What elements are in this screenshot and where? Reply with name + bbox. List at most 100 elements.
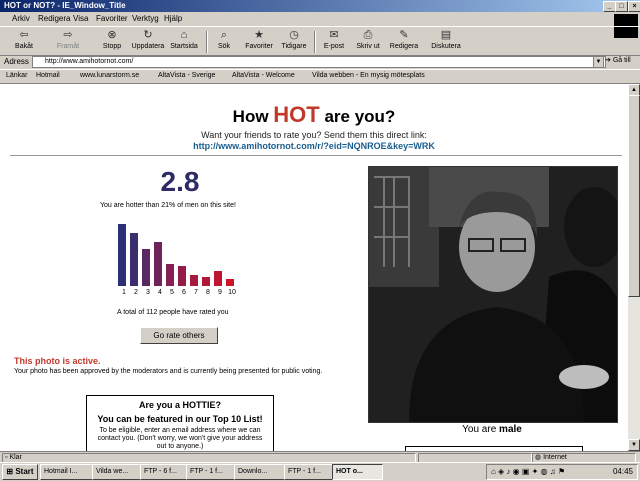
- photo-active-description: Your photo has been approved by the mode…: [14, 368, 323, 375]
- page-heading: How HOT are you?: [232, 102, 396, 127]
- mail-icon: ✉: [329, 29, 339, 41]
- links-label: Länkar: [6, 72, 28, 79]
- histogram-bar-6: [178, 266, 186, 286]
- menu-bar: Arkiv Redigera Visa Favoriter Verktyg Hj…: [0, 12, 640, 26]
- printer-icon: ⎙: [363, 29, 373, 41]
- histogram-label-3: 3: [146, 289, 150, 296]
- menu-hjalp[interactable]: Hjälp: [164, 14, 182, 23]
- histogram-bar-9: [214, 271, 222, 286]
- histogram-bar-4: [154, 242, 162, 286]
- link-lunarstorm[interactable]: www.lunarstorm.se: [80, 72, 139, 79]
- histogram-label-5: 5: [170, 289, 174, 296]
- tray-icons[interactable]: ⌂ ◈ ♪ ◉ ▣ ✦ ◍ ♫ ⚑: [491, 467, 565, 476]
- histogram-label-6: 6: [182, 289, 186, 296]
- task-hot-or-not[interactable]: HOT o...: [332, 464, 383, 480]
- address-input[interactable]: http://www.amihotornot.com/: [32, 56, 606, 68]
- window-title-bar[interactable]: HOT or NOT? - IE_Window_Title _ □ ×: [0, 0, 640, 12]
- rating-score: 2.8: [160, 166, 200, 197]
- discuss-icon: ▤: [440, 29, 452, 41]
- menu-redigera[interactable]: Redigera: [38, 14, 70, 23]
- menu-verktyg[interactable]: Verktyg: [132, 14, 159, 23]
- total-ratings-text: A total of 112 people have rated you: [117, 309, 229, 316]
- menu-visa[interactable]: Visa: [73, 14, 88, 23]
- hottie-box: Are you a HOTTIE? You can be featured in…: [86, 395, 274, 451]
- menu-arkiv[interactable]: Arkiv: [12, 14, 30, 23]
- history-button[interactable]: ◷ Tidigare: [272, 29, 316, 50]
- user-photo: [368, 166, 618, 423]
- link-hotmail[interactable]: Hotmail: [36, 72, 60, 79]
- discuss-button[interactable]: ▤ Diskutera: [424, 29, 468, 50]
- start-button[interactable]: ⊞ Start: [2, 464, 38, 480]
- close-button[interactable]: ×: [628, 1, 640, 12]
- histogram-bar-8: [202, 277, 210, 286]
- share-subtitle: Want your friends to rate you? Send them…: [201, 130, 427, 140]
- task-download[interactable]: Downlo...: [234, 464, 285, 480]
- task-ftp-1a[interactable]: FTP - 1 f...: [186, 464, 235, 480]
- histogram-bar-1: [118, 224, 126, 286]
- hot-word: HOT: [273, 102, 320, 127]
- histogram-label-4: 4: [158, 289, 162, 296]
- window-title: HOT or NOT? - IE_Window_Title: [4, 1, 126, 10]
- menu-favoriter[interactable]: Favoriter: [96, 14, 128, 23]
- histogram-label-8: 8: [206, 289, 210, 296]
- rating-histogram: [118, 224, 234, 286]
- toolbar: ⇦ Bakåt ⇨ Framåt ⊗ Stopp ↻ Uppdatera ⌂ Starts…: [0, 26, 640, 56]
- home-icon: ⌂: [180, 29, 188, 41]
- hottie-description: To be eligible, enter an email address w…: [97, 427, 263, 450]
- history-icon: ◷: [289, 29, 299, 41]
- edit-button[interactable]: ✎ Redigera: [382, 29, 426, 50]
- link-altavista-welcome[interactable]: AltaVista - Welcome: [232, 72, 295, 79]
- link-altavista-sverige[interactable]: AltaVista - Sverige: [158, 72, 215, 79]
- histogram-label-1: 1: [122, 289, 126, 296]
- task-ftp-6[interactable]: FTP - 6 f...: [140, 464, 187, 480]
- search-icon: ⌕: [220, 29, 228, 41]
- forward-arrow-icon: ⇨: [63, 29, 73, 41]
- histogram-label-10: 10: [228, 289, 236, 296]
- histogram-label-7: 7: [194, 289, 198, 296]
- direct-link[interactable]: http://www.amihotornot.com/r/?eid=NQNROE…: [0, 141, 628, 151]
- clock: 04:45: [612, 467, 633, 476]
- vertical-scrollbar[interactable]: ▲ ▼: [628, 84, 640, 451]
- go-rate-others-button[interactable]: Go rate others: [140, 327, 218, 344]
- refresh-icon: ↻: [143, 29, 153, 41]
- address-bar: Adress http://www.amihotornot.com/ ▼ ➔ G…: [0, 55, 640, 68]
- scroll-thumb[interactable]: [628, 95, 640, 297]
- task-vilda[interactable]: Vilda we...: [92, 464, 141, 480]
- back-button[interactable]: ⇦ Bakåt: [2, 29, 46, 50]
- link-vilda-webben[interactable]: Vilda webben - En mysig mötesplats: [312, 72, 425, 79]
- home-button[interactable]: ⌂ Startsida: [162, 29, 206, 50]
- globe-icon: ◍: [535, 454, 544, 461]
- histogram-bar-5: [166, 264, 174, 286]
- hottie-title-2: You can be featured in our Top 10 List!: [97, 414, 263, 424]
- taskbar: ⊞ Start Hotmail I... Vilda we... FTP - 6…: [0, 462, 640, 481]
- histogram-bar-10: [226, 279, 234, 286]
- stop-icon: ⊗: [107, 29, 117, 41]
- histogram-bar-2: [130, 233, 138, 286]
- histogram-label-9: 9: [218, 289, 222, 296]
- system-tray: ⌂ ◈ ♪ ◉ ▣ ✦ ◍ ♫ ⚑ 04:45: [486, 464, 638, 480]
- go-button[interactable]: ➔ Gå till: [605, 56, 631, 64]
- scroll-down-icon[interactable]: ▼: [628, 439, 640, 451]
- page-content: How HOT are you? Want your friends to ra…: [0, 84, 628, 451]
- gender-caption: You are male: [462, 424, 522, 435]
- address-label: Adress: [4, 57, 29, 66]
- edit-icon: ✎: [399, 29, 409, 41]
- histogram-label-2: 2: [134, 289, 138, 296]
- maximize-button[interactable]: □: [615, 1, 628, 12]
- task-ftp-1b[interactable]: FTP - 1 f...: [284, 464, 333, 480]
- forward-button[interactable]: ⇨ Framåt: [46, 29, 90, 50]
- photo-active-title: This photo is active.: [14, 356, 101, 366]
- windows-logo-icon: ⊞: [6, 467, 14, 476]
- task-hotmail[interactable]: Hotmail I...: [40, 464, 93, 480]
- hottie-title-1: Are you a HOTTIE?: [138, 400, 221, 410]
- hotter-than-text: You are hotter than 21% of men on this s…: [100, 202, 236, 209]
- gender-value: male: [499, 424, 522, 435]
- address-dropdown-icon[interactable]: ▼: [593, 56, 604, 68]
- histogram-bar-3: [142, 249, 150, 286]
- photo-image: [369, 167, 617, 422]
- histogram-bar-7: [190, 275, 198, 286]
- links-bar: Länkar Hotmail www.lunarstorm.se AltaVis…: [0, 69, 640, 84]
- back-arrow-icon: ⇦: [19, 29, 29, 41]
- divider: [10, 155, 622, 156]
- favorites-icon: ★: [254, 29, 264, 41]
